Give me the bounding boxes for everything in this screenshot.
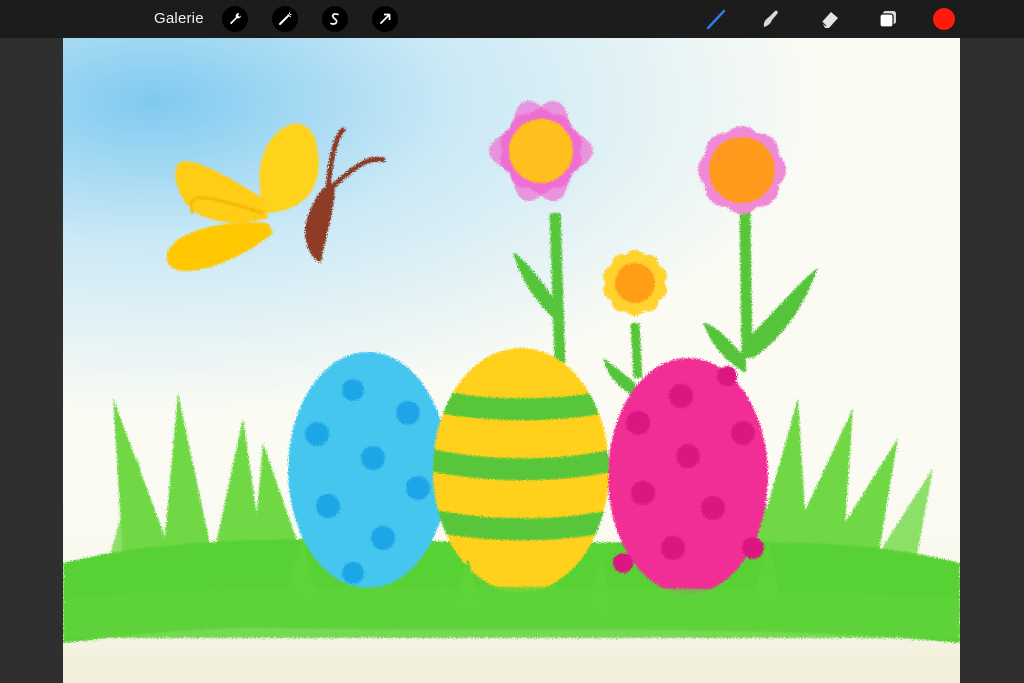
layers-icon[interactable]	[876, 7, 900, 31]
adjustments-magic-wand-icon[interactable]	[272, 6, 298, 32]
smudge-finger-icon[interactable]	[759, 7, 783, 31]
actions-wrench-icon[interactable]	[222, 6, 248, 32]
pink-egg	[608, 358, 768, 594]
selection-s-icon[interactable]	[322, 6, 348, 32]
blue-egg	[288, 352, 448, 588]
top-toolbar: Galerie	[0, 0, 1024, 38]
easter-drawing	[63, 38, 960, 683]
right-sidebar	[960, 38, 1024, 683]
paint-brush-icon[interactable]	[704, 7, 728, 31]
color-picker-swatch[interactable]	[933, 8, 955, 30]
eraser-icon[interactable]	[818, 7, 842, 31]
drawing-canvas[interactable]	[63, 38, 960, 683]
transform-arrow-icon[interactable]	[372, 6, 398, 32]
gallery-button[interactable]: Galerie	[154, 10, 204, 27]
left-sidebar	[0, 38, 63, 683]
